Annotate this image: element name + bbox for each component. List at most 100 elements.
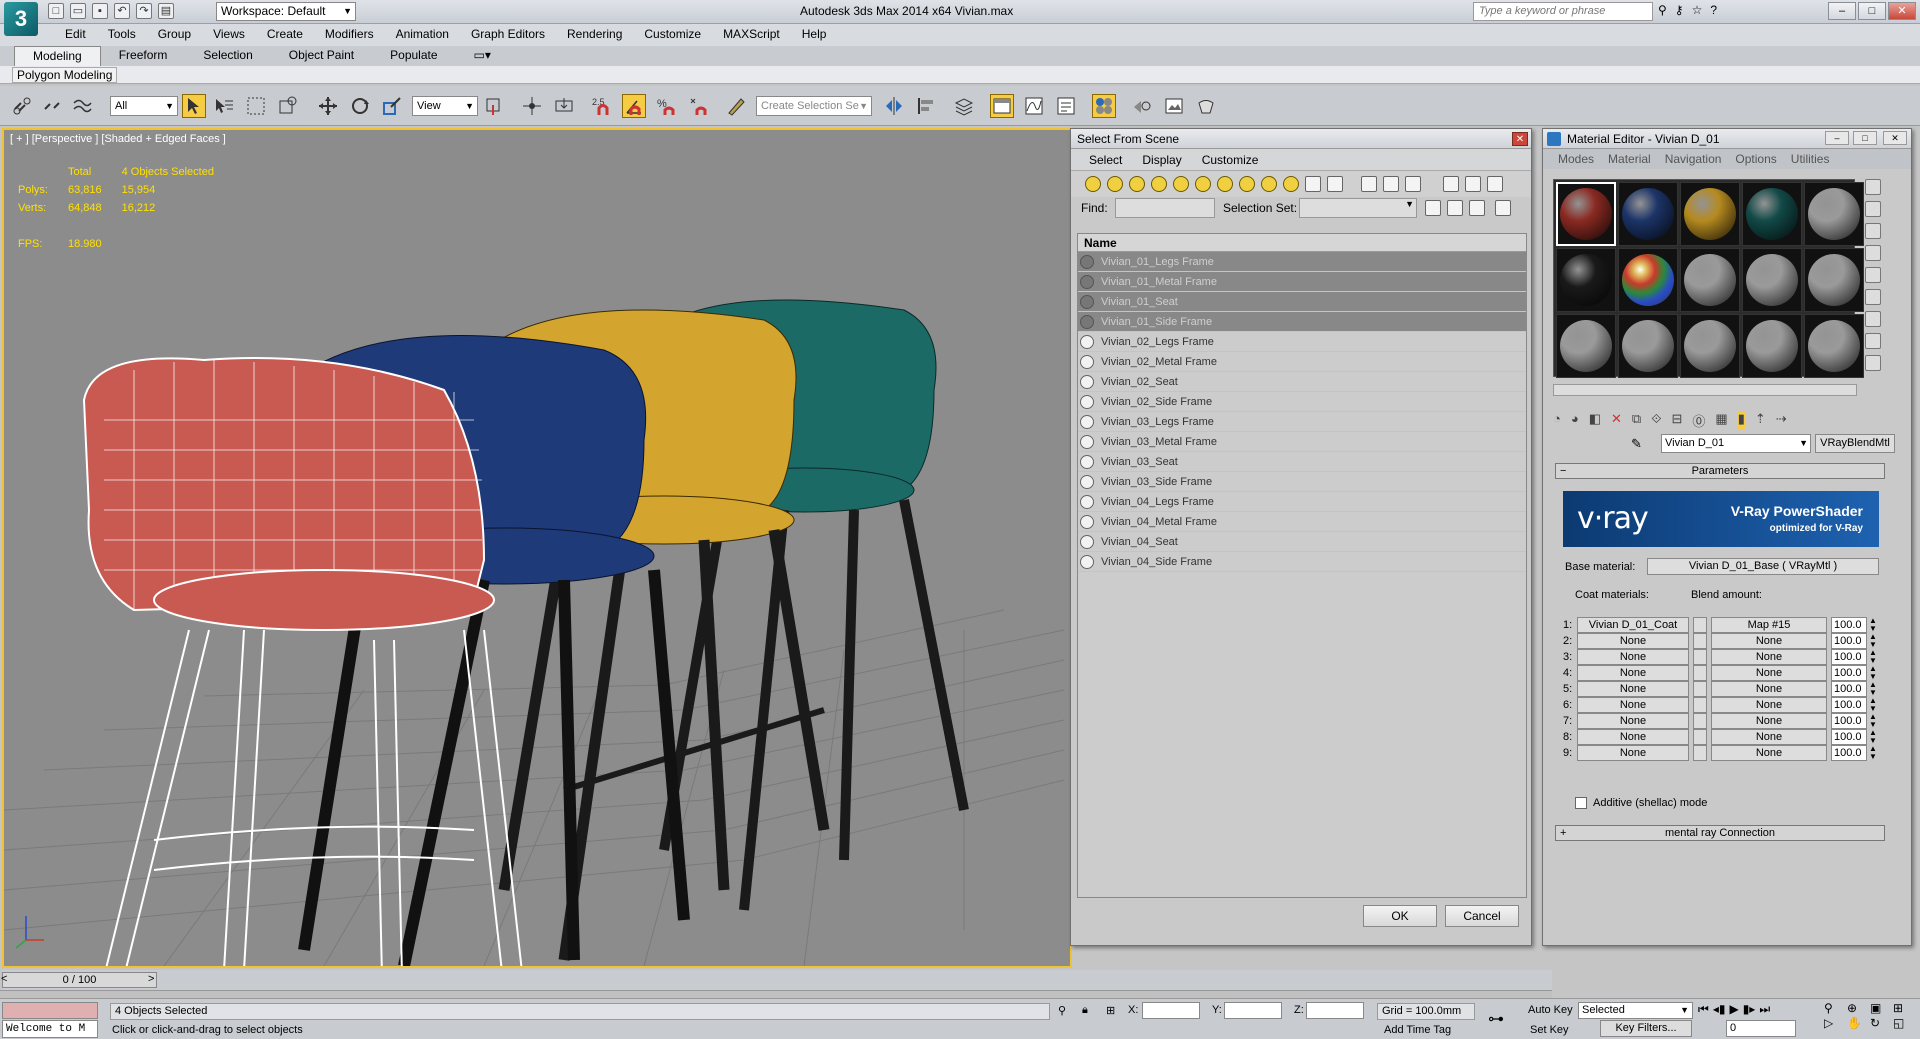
polygon-modeling-panel[interactable]: Polygon Modeling bbox=[12, 67, 118, 83]
menu-help[interactable]: Help bbox=[791, 24, 838, 46]
tab-selection[interactable]: Selection bbox=[185, 46, 270, 66]
shapes-filter-icon[interactable] bbox=[1107, 176, 1123, 192]
show-map-in-viewport-icon[interactable]: ▦ bbox=[1715, 411, 1727, 430]
spinner-icon[interactable]: ▲ ▼ bbox=[1869, 665, 1877, 681]
blend-amount-input[interactable]: 100.0 bbox=[1831, 697, 1867, 713]
coat-enable-checkbox[interactable] bbox=[1693, 729, 1707, 745]
ribbon-toggle-icon[interactable] bbox=[990, 94, 1014, 118]
maxscript-input[interactable]: Welcome to M bbox=[2, 1020, 98, 1038]
keyboard-shortcut-toggle-icon[interactable] bbox=[552, 94, 576, 118]
edit-named-selection-icon[interactable] bbox=[724, 94, 748, 118]
coat-material-button[interactable]: Vivian D_01_Coat bbox=[1577, 617, 1689, 633]
zoom-extents-icon[interactable]: ▣ bbox=[1870, 1001, 1892, 1015]
put-to-library-icon[interactable]: ⊟ bbox=[1671, 411, 1682, 430]
blend-amount-input[interactable]: 100.0 bbox=[1831, 713, 1867, 729]
open-file-icon[interactable]: ▭ bbox=[70, 3, 86, 19]
menu-edit[interactable]: Edit bbox=[54, 24, 97, 46]
object-row[interactable]: Vivian_03_Seat bbox=[1078, 452, 1526, 472]
make-copy-icon[interactable]: ⧉ bbox=[1632, 411, 1641, 430]
spinner-icon[interactable]: ▲ ▼ bbox=[1869, 681, 1877, 697]
spinner-icon[interactable]: ▲ ▼ bbox=[1869, 713, 1877, 729]
fov-icon[interactable]: ▷ bbox=[1824, 1016, 1846, 1030]
blend-map-button[interactable]: None bbox=[1711, 649, 1827, 665]
additive-mode-option[interactable]: Additive (shellac) mode bbox=[1575, 797, 1707, 809]
blend-amount-input[interactable]: 100.0 bbox=[1831, 617, 1867, 633]
lights-filter-icon[interactable] bbox=[1129, 176, 1145, 192]
rect-selection-region-icon[interactable] bbox=[244, 94, 268, 118]
find-input[interactable] bbox=[1115, 198, 1215, 218]
maxscript-listener-mini[interactable] bbox=[2, 1002, 98, 1019]
snap-toggle-icon[interactable]: 2.5 bbox=[590, 94, 614, 118]
object-row[interactable]: Vivian_02_Legs Frame bbox=[1078, 332, 1526, 352]
sample-slot[interactable] bbox=[1680, 248, 1740, 312]
prev-frame-icon[interactable]: ◂▮ bbox=[1713, 1002, 1726, 1017]
layer-manager-icon[interactable] bbox=[952, 94, 976, 118]
groups-filter-icon[interactable] bbox=[1217, 176, 1233, 192]
object-row[interactable]: Vivian_03_Metal Frame bbox=[1078, 432, 1526, 452]
slot-scrollbar[interactable] bbox=[1553, 384, 1857, 396]
coat-enable-checkbox[interactable] bbox=[1693, 617, 1707, 633]
time-slider-prev[interactable]: < bbox=[1, 973, 7, 985]
sample-slot[interactable] bbox=[1618, 182, 1678, 246]
menu-group[interactable]: Group bbox=[147, 24, 202, 46]
blend-amount-input[interactable]: 100.0 bbox=[1831, 665, 1867, 681]
blend-map-button[interactable]: None bbox=[1711, 665, 1827, 681]
close-button[interactable]: ✕ bbox=[1883, 131, 1907, 145]
spinner-icon[interactable]: ▲ ▼ bbox=[1869, 617, 1877, 633]
z-coord-input[interactable] bbox=[1306, 1002, 1364, 1019]
menu-graph-editors[interactable]: Graph Editors bbox=[460, 24, 556, 46]
cameras-filter-icon[interactable] bbox=[1151, 176, 1167, 192]
mental-ray-rollout[interactable]: + mental ray Connection bbox=[1555, 825, 1885, 841]
window-crossing-icon[interactable] bbox=[276, 94, 300, 118]
project-folder-icon[interactable]: ▤ bbox=[158, 3, 174, 19]
display-none-icon[interactable] bbox=[1383, 176, 1399, 192]
select-object-icon[interactable] bbox=[182, 94, 206, 118]
coat-enable-checkbox[interactable] bbox=[1693, 697, 1707, 713]
time-slider-next[interactable]: > bbox=[148, 973, 154, 985]
sample-type-icon[interactable] bbox=[1865, 179, 1881, 195]
sample-slot[interactable] bbox=[1742, 248, 1802, 312]
menu-navigation[interactable]: Navigation bbox=[1658, 149, 1729, 169]
play-icon[interactable]: ▶ bbox=[1729, 1002, 1738, 1017]
selection-filter-dropdown[interactable]: All ▼ bbox=[110, 96, 178, 116]
coat-material-button[interactable]: None bbox=[1577, 649, 1689, 665]
blend-map-button[interactable]: None bbox=[1711, 681, 1827, 697]
geometry-filter-icon[interactable] bbox=[1085, 176, 1101, 192]
containers-filter-icon[interactable] bbox=[1283, 176, 1299, 192]
lock-selection-icon[interactable]: 🔒︎ bbox=[1082, 1004, 1088, 1017]
options-icon[interactable] bbox=[1865, 311, 1881, 327]
uv-tiling-icon[interactable] bbox=[1865, 245, 1881, 261]
coat-enable-checkbox[interactable] bbox=[1693, 665, 1707, 681]
chair-red-selected[interactable] bbox=[82, 357, 524, 966]
close-button[interactable]: ✕ bbox=[1888, 2, 1916, 20]
set-key-mode-icon[interactable]: ⊶ bbox=[1488, 1009, 1504, 1029]
help-icon[interactable]: ? bbox=[1710, 3, 1717, 17]
selection-set-dropdown[interactable]: ▼ bbox=[1299, 198, 1417, 218]
select-by-material-icon[interactable] bbox=[1865, 333, 1881, 349]
perspective-viewport[interactable]: [ + ] [Perspective ] [Shaded + Edged Fac… bbox=[2, 128, 1072, 968]
get-material-icon[interactable]: ◔ bbox=[1553, 411, 1561, 430]
percent-snap-icon[interactable]: % bbox=[654, 94, 678, 118]
sample-slot[interactable] bbox=[1556, 248, 1616, 312]
undo-icon[interactable]: ↶ bbox=[114, 3, 130, 19]
orbit-icon[interactable]: ↻ bbox=[1870, 1016, 1892, 1030]
menu-utilities[interactable]: Utilities bbox=[1784, 149, 1837, 169]
coat-enable-checkbox[interactable] bbox=[1693, 681, 1707, 697]
background-icon[interactable] bbox=[1865, 223, 1881, 239]
coat-enable-checkbox[interactable] bbox=[1693, 649, 1707, 665]
object-row[interactable]: Vivian_01_Legs Frame bbox=[1078, 252, 1526, 272]
select-invert-icon[interactable] bbox=[1469, 200, 1485, 216]
sample-slot[interactable] bbox=[1742, 182, 1802, 246]
tab-freeform[interactable]: Freeform bbox=[101, 46, 186, 66]
menu-options[interactable]: Options bbox=[1728, 149, 1783, 169]
viewport-label[interactable]: [ + ] [Perspective ] [Shaded + Edged Fac… bbox=[10, 133, 226, 145]
app-logo[interactable]: 3 bbox=[4, 2, 38, 36]
spinner-icon[interactable]: ▲ ▼ bbox=[1869, 745, 1877, 761]
material-type-button[interactable]: VRayBlendMtl bbox=[1815, 434, 1895, 453]
redo-icon[interactable]: ↷ bbox=[136, 3, 152, 19]
blend-amount-input[interactable]: 100.0 bbox=[1831, 633, 1867, 649]
show-end-result-icon[interactable]: ▮ bbox=[1737, 411, 1745, 430]
key-filters-button[interactable]: Key Filters... bbox=[1600, 1020, 1692, 1037]
menu-maxscript[interactable]: MAXScript bbox=[712, 24, 791, 46]
schematic-view-icon[interactable] bbox=[1054, 94, 1078, 118]
